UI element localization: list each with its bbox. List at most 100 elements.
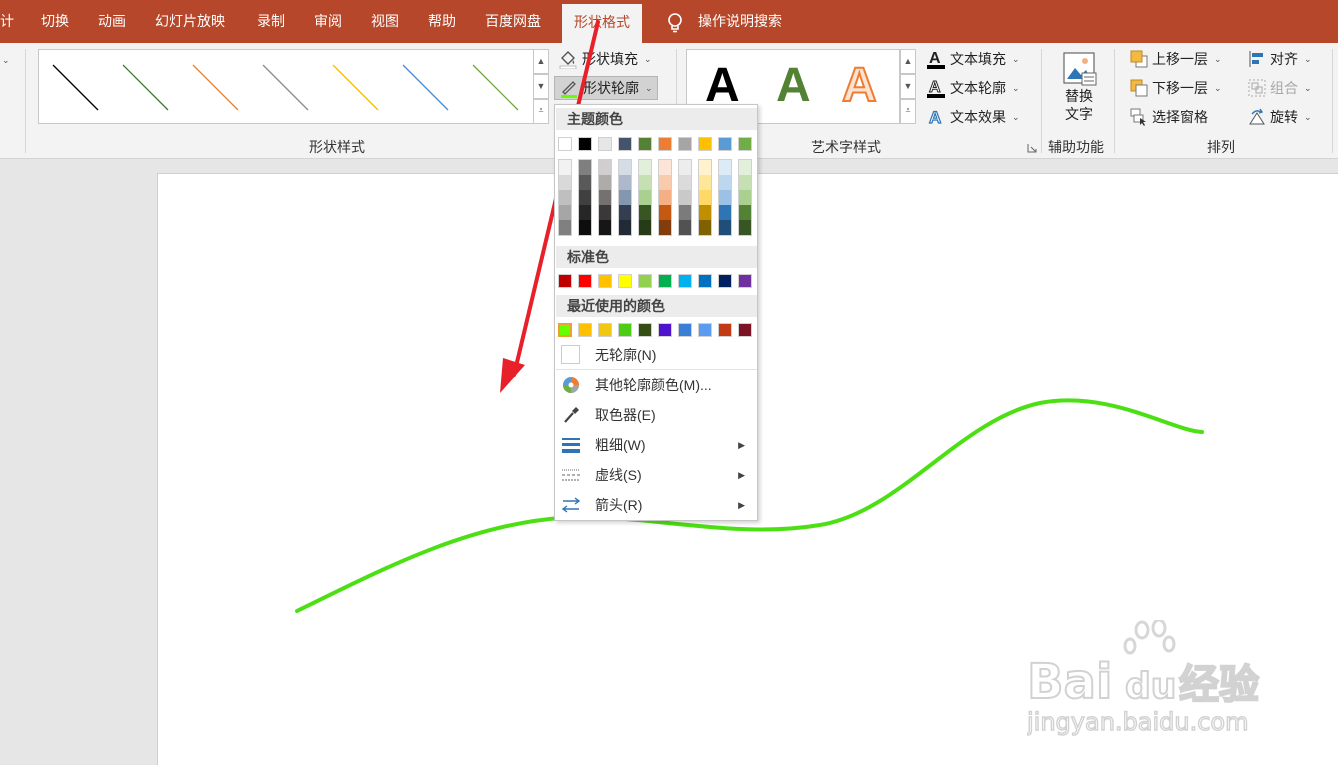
theme-shade-swatch[interactable]	[659, 190, 671, 205]
theme-shade-swatch[interactable]	[639, 205, 651, 220]
theme-shade-swatch[interactable]	[719, 175, 731, 190]
theme-shade-swatch[interactable]	[679, 205, 691, 220]
theme-shade-swatch[interactable]	[719, 220, 731, 235]
tab-record[interactable]: 录制	[257, 0, 285, 43]
eyedropper-item[interactable]: 取色器(E)	[555, 400, 757, 430]
theme-shade-swatch[interactable]	[579, 190, 591, 205]
standard-color-swatch[interactable]	[678, 274, 692, 288]
theme-shade-swatch[interactable]	[639, 220, 651, 235]
tab-help[interactable]: 帮助	[428, 0, 456, 43]
theme-shade-swatch[interactable]	[719, 160, 731, 175]
group-button[interactable]: 组合 ⌄	[1248, 76, 1312, 100]
recent-color-swatch[interactable]	[578, 323, 592, 337]
recent-color-swatch[interactable]	[738, 323, 752, 337]
theme-color-swatch[interactable]	[738, 137, 752, 151]
standard-color-swatch[interactable]	[638, 274, 652, 288]
tell-me-search[interactable]: 操作说明搜索	[698, 0, 782, 43]
theme-shade-swatch[interactable]	[699, 220, 711, 235]
theme-shade-swatch[interactable]	[659, 160, 671, 175]
standard-color-swatch[interactable]	[618, 274, 632, 288]
recent-color-swatch[interactable]	[678, 323, 692, 337]
tab-review[interactable]: 审阅	[314, 0, 342, 43]
recent-color-swatch[interactable]	[618, 323, 632, 337]
theme-shade-swatch[interactable]	[559, 160, 571, 175]
shape-fill-button[interactable]: 形状填充 ⌄	[558, 47, 652, 71]
line-style-preset[interactable]	[402, 64, 449, 111]
theme-shade-swatch[interactable]	[619, 160, 631, 175]
theme-shade-swatch[interactable]	[699, 205, 711, 220]
theme-shade-swatch[interactable]	[699, 160, 711, 175]
theme-color-swatch[interactable]	[678, 137, 692, 151]
standard-color-swatch[interactable]	[598, 274, 612, 288]
tab-design[interactable]: 计	[0, 0, 14, 43]
text-effect-button[interactable]: A 文本效果 ⌄	[926, 105, 1019, 129]
line-style-preset[interactable]	[122, 64, 169, 111]
line-style-preset[interactable]	[192, 64, 239, 111]
recent-color-swatch[interactable]	[598, 323, 612, 337]
theme-shade-swatch[interactable]	[619, 175, 631, 190]
theme-color-swatch[interactable]	[618, 137, 632, 151]
dashes-item[interactable]: 虚线(S) ▶	[555, 460, 757, 490]
theme-shade-swatch[interactable]	[699, 190, 711, 205]
theme-shade-swatch[interactable]	[639, 190, 651, 205]
recent-color-swatch[interactable]	[718, 323, 732, 337]
theme-shade-swatch[interactable]	[719, 190, 731, 205]
standard-color-swatch[interactable]	[738, 274, 752, 288]
recent-color-swatch[interactable]	[557, 322, 573, 338]
theme-shade-swatch[interactable]	[579, 220, 591, 235]
theme-shade-swatch[interactable]	[559, 205, 571, 220]
gallery-scroll-up[interactable]: ▲	[900, 49, 916, 74]
arrows-item[interactable]: 箭头(R) ▶	[555, 490, 757, 520]
no-outline-item[interactable]: 无轮廓(N)	[555, 340, 757, 370]
theme-shade-swatch[interactable]	[679, 190, 691, 205]
recent-color-swatch[interactable]	[698, 323, 712, 337]
theme-shade-swatch[interactable]	[679, 175, 691, 190]
line-style-preset[interactable]	[472, 64, 519, 111]
tab-animations[interactable]: 动画	[98, 0, 126, 43]
recent-color-swatch[interactable]	[658, 323, 672, 337]
theme-color-swatch[interactable]	[658, 137, 672, 151]
theme-shade-swatch[interactable]	[739, 220, 751, 235]
theme-shade-swatch[interactable]	[599, 220, 611, 235]
shape-outline-button[interactable]: 形状轮廓 ⌄	[554, 76, 658, 100]
dialog-launcher-icon[interactable]	[1027, 143, 1037, 153]
tab-slideshow[interactable]: 幻灯片放映	[155, 0, 225, 43]
tab-transitions[interactable]: 切换	[41, 0, 69, 43]
theme-shade-swatch[interactable]	[559, 175, 571, 190]
standard-color-swatch[interactable]	[718, 274, 732, 288]
wordart-sample-green[interactable]: A	[776, 58, 811, 114]
theme-shade-swatch[interactable]	[739, 160, 751, 175]
tab-shape-format[interactable]: 形状格式	[562, 4, 642, 43]
theme-shade-swatch[interactable]	[739, 205, 751, 220]
theme-shade-swatch[interactable]	[599, 160, 611, 175]
rotate-button[interactable]: 旋转 ⌄	[1248, 105, 1312, 129]
line-style-preset[interactable]	[52, 64, 99, 111]
text-fill-button[interactable]: A 文本填充 ⌄	[926, 47, 1020, 71]
theme-shade-swatch[interactable]	[559, 220, 571, 235]
recent-color-swatch[interactable]	[638, 323, 652, 337]
bring-forward-button[interactable]: 上移一层 ⌄	[1130, 47, 1222, 71]
theme-shade-swatch[interactable]	[699, 175, 711, 190]
theme-shade-swatch[interactable]	[739, 175, 751, 190]
theme-shade-swatch[interactable]	[659, 175, 671, 190]
theme-shade-swatch[interactable]	[679, 220, 691, 235]
more-outline-colors-item[interactable]: 其他轮廓颜色(M)...	[555, 370, 757, 400]
theme-color-swatch[interactable]	[698, 137, 712, 151]
theme-shade-swatch[interactable]	[719, 205, 731, 220]
align-button[interactable]: 对齐 ⌄	[1248, 47, 1312, 71]
theme-shade-swatch[interactable]	[619, 205, 631, 220]
theme-shade-swatch[interactable]	[599, 175, 611, 190]
theme-color-swatch[interactable]	[718, 137, 732, 151]
theme-shade-swatch[interactable]	[739, 190, 751, 205]
theme-shade-swatch[interactable]	[579, 160, 591, 175]
standard-color-swatch[interactable]	[558, 274, 572, 288]
gallery-more-button[interactable]: ⩡	[900, 99, 916, 124]
weight-item[interactable]: 粗细(W) ▶	[555, 430, 757, 460]
shape-style-gallery[interactable]	[38, 49, 534, 124]
chevron-down-icon[interactable]: ⌄	[2, 55, 10, 66]
theme-shade-swatch[interactable]	[619, 220, 631, 235]
theme-shade-swatch[interactable]	[599, 190, 611, 205]
tab-baidu-netdisk[interactable]: 百度网盘	[485, 0, 541, 43]
line-style-presets[interactable]	[39, 50, 533, 123]
theme-shade-swatch[interactable]	[599, 205, 611, 220]
